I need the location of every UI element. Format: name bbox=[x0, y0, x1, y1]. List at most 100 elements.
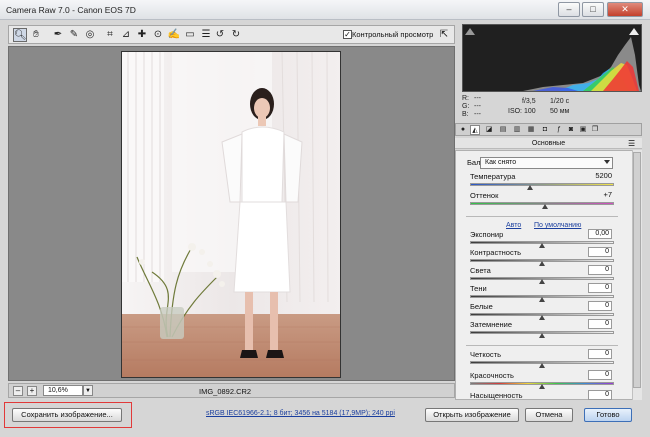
fullscreen-icon[interactable]: ⇱ bbox=[437, 28, 451, 42]
close-button[interactable]: ✕ bbox=[607, 2, 643, 17]
slider-value[interactable]: 0 bbox=[588, 283, 612, 293]
white-balance-select[interactable]: Как снято bbox=[480, 157, 613, 169]
slider-value[interactable]: 0 bbox=[588, 390, 612, 400]
straighten-tool-icon[interactable]: ⊿ bbox=[119, 28, 133, 42]
aperture: f/3,5 bbox=[522, 98, 536, 105]
adjustment-brush-tool-icon[interactable]: ✍ bbox=[167, 28, 181, 42]
targeted-adjustment-tool-icon[interactable]: ◎ bbox=[83, 28, 97, 42]
slider-track[interactable] bbox=[470, 183, 614, 186]
rotate-cw-icon[interactable]: ↻ bbox=[229, 28, 243, 42]
status-bar: – + 10,6% ▼ IMG_0892.CR2 bbox=[8, 383, 455, 398]
slider-value[interactable]: 0 bbox=[588, 349, 612, 359]
slider-value[interactable]: 5200 bbox=[588, 171, 612, 180]
workflow-options-link[interactable]: sRGB IEC61966-2.1; 8 бит; 3456 на 5184 (… bbox=[206, 410, 395, 417]
slider-value[interactable]: 0 bbox=[588, 301, 612, 311]
save-image-button[interactable]: Сохранить изображение... bbox=[12, 408, 122, 422]
open-image-button[interactable]: Открыть изображение bbox=[425, 408, 519, 422]
red-eye-tool-icon[interactable]: ⊙ bbox=[151, 28, 165, 42]
color-sampler-tool-icon[interactable]: ✎ bbox=[67, 28, 81, 42]
tab-split-toning-icon[interactable]: ▦ bbox=[526, 125, 536, 135]
hand-tool-icon[interactable]: ✋︎ bbox=[29, 28, 43, 42]
histogram bbox=[462, 24, 642, 92]
zoom-dropdown-icon[interactable]: ▼ bbox=[83, 385, 93, 396]
tab-snapshots-icon[interactable]: ❐ bbox=[590, 125, 600, 135]
slider-thumb[interactable] bbox=[539, 384, 545, 389]
slider-thumb[interactable] bbox=[541, 204, 548, 209]
presets-tool-icon[interactable]: ☰ bbox=[199, 28, 213, 42]
b-label: B: bbox=[462, 111, 469, 118]
panel-tabs: ● ◭ ◪ ▤ ▥ ▦ ◘ ƒ ◙ ▣ ❐ bbox=[455, 123, 642, 136]
shutter-speed: 1/20 с bbox=[550, 98, 570, 105]
title-bar: Camera Raw 7.0 - Canon EOS 7D – □ ✕ bbox=[0, 0, 650, 20]
white-balance-tool-icon[interactable]: ✒ bbox=[51, 28, 65, 42]
slider-thumb[interactable] bbox=[539, 243, 545, 248]
g-label: G: bbox=[462, 103, 470, 110]
divider bbox=[466, 345, 618, 346]
slider-label: Контрастность bbox=[470, 248, 522, 257]
cancel-button[interactable]: Отмена bbox=[525, 408, 573, 422]
image-info: R: --- G: --- B: --- f/3,5 1/20 с ISO: 1… bbox=[462, 95, 642, 121]
zoom-tool-icon[interactable]: 🔍︎ bbox=[13, 28, 27, 42]
tab-presets-icon[interactable]: ▣ bbox=[578, 125, 588, 135]
tab-tone-curve-icon[interactable]: ◪ bbox=[484, 125, 494, 135]
tab-detail-icon[interactable]: ▤ bbox=[498, 125, 508, 135]
tab-effects-icon[interactable]: ƒ bbox=[554, 125, 564, 135]
file-name: IMG_0892.CR2 bbox=[199, 387, 252, 396]
slider-value[interactable]: 0 bbox=[588, 370, 612, 380]
preview-checkbox[interactable]: ✓ bbox=[343, 30, 352, 39]
r-label: R: bbox=[462, 95, 469, 102]
highlight-clipping-icon[interactable] bbox=[629, 27, 639, 35]
slider-label: Оттенок bbox=[470, 191, 499, 200]
rotate-ccw-icon[interactable]: ↺ bbox=[213, 28, 227, 42]
focal-length: 50 мм bbox=[550, 108, 570, 115]
chevron-down-icon[interactable] bbox=[604, 160, 610, 164]
slider-value[interactable]: 0 bbox=[588, 247, 612, 257]
slider-label: Красочность bbox=[470, 371, 514, 380]
auto-link[interactable]: Авто bbox=[506, 222, 521, 229]
tab-calibration-icon[interactable]: ◙ bbox=[566, 125, 576, 135]
crop-tool-icon[interactable]: ⌗ bbox=[103, 28, 117, 42]
slider-label: Насыщенность bbox=[470, 391, 523, 400]
slider-label: Экспонир bbox=[470, 230, 504, 239]
scrollbar-thumb[interactable] bbox=[633, 152, 641, 388]
slider-thumb[interactable] bbox=[527, 185, 534, 190]
slider-thumb[interactable] bbox=[539, 261, 545, 266]
slider-label: Температура bbox=[470, 172, 516, 181]
slider-value[interactable]: 0,00 bbox=[588, 229, 612, 239]
minimize-button[interactable]: – bbox=[558, 2, 580, 17]
slider-label: Света bbox=[470, 266, 491, 275]
window-title: Camera Raw 7.0 - Canon EOS 7D bbox=[6, 5, 136, 15]
maximize-button[interactable]: □ bbox=[582, 2, 604, 17]
slider-label: Тени bbox=[470, 284, 487, 293]
shadow-clipping-icon[interactable] bbox=[465, 27, 475, 35]
photo-preview bbox=[121, 51, 341, 378]
graduated-filter-tool-icon[interactable]: ▭ bbox=[183, 28, 197, 42]
slider-thumb[interactable] bbox=[539, 315, 545, 320]
toolbar: 🔍︎ ✋︎ ✒ ✎ ◎ ⌗ ⊿ ✚ ⊙ ✍ ▭ ☰ ↺ ↻ ✓ Контроль… bbox=[8, 25, 455, 44]
histogram-graph bbox=[463, 37, 641, 91]
slider-thumb[interactable] bbox=[539, 297, 545, 302]
spot-removal-tool-icon[interactable]: ✚ bbox=[135, 28, 149, 42]
tab-camera-icon[interactable]: ● bbox=[458, 125, 468, 135]
default-link[interactable]: По умолчанию bbox=[534, 222, 581, 229]
preview-label: Контрольный просмотр bbox=[352, 30, 434, 39]
tab-hsl-icon[interactable]: ▥ bbox=[512, 125, 522, 135]
slider-thumb[interactable] bbox=[539, 333, 545, 338]
slider-thumb[interactable] bbox=[539, 279, 545, 284]
divider bbox=[466, 216, 618, 217]
zoom-level-field[interactable]: 10,6% bbox=[43, 385, 83, 396]
slider-label: Четкость bbox=[470, 350, 501, 359]
tab-lens-icon[interactable]: ◘ bbox=[540, 125, 550, 135]
slider-value[interactable]: 0 bbox=[588, 265, 612, 275]
slider-value[interactable]: +7 bbox=[588, 190, 612, 199]
tab-basic-icon[interactable]: ◭ bbox=[470, 125, 480, 135]
panel-menu-icon[interactable]: ☰ bbox=[628, 139, 635, 148]
image-canvas[interactable] bbox=[8, 46, 455, 381]
zoom-in-button[interactable]: + bbox=[27, 386, 37, 396]
r-value: --- bbox=[474, 95, 481, 102]
done-button[interactable]: Готово bbox=[584, 408, 632, 422]
slider-thumb[interactable] bbox=[539, 363, 545, 368]
zoom-out-button[interactable]: – bbox=[13, 386, 23, 396]
slider-value[interactable]: 0 bbox=[588, 319, 612, 329]
iso: ISO: 100 bbox=[508, 108, 536, 115]
